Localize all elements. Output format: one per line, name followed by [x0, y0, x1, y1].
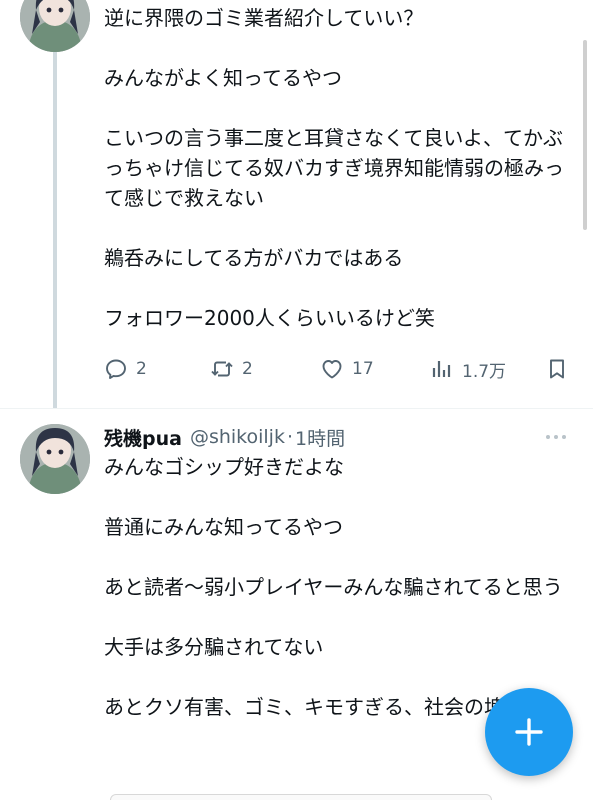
- avatar[interactable]: [20, 0, 90, 52]
- tweet-header: 残機pua @shikoiljk · 1時間: [104, 422, 569, 452]
- bookmark-button[interactable]: [545, 354, 569, 384]
- compose-button[interactable]: [485, 688, 573, 776]
- like-button[interactable]: 17: [320, 354, 374, 384]
- home-indicator: [110, 794, 492, 800]
- reply-count: 2: [136, 359, 147, 379]
- avatar-image: [20, 424, 90, 494]
- plus-icon: [515, 718, 543, 746]
- thread-line: [53, 52, 57, 408]
- tweet-paragraph: みんなゴシップ好きだよな: [104, 455, 344, 479]
- separator-dot: ·: [286, 426, 294, 448]
- screen: 逆に界隈のゴミ業者紹介していい？ みんながよく知ってるやつ こいつの言う事二度と…: [0, 0, 593, 800]
- tweet-paragraph: あと読者〜弱小プレイヤーみんな騙されてると思う: [104, 575, 563, 599]
- tweet-text: みんなゴシップ好きだよな 普通にみんな知ってるやつ あと読者〜弱小プレイヤーみん…: [104, 452, 569, 722]
- reply-icon: [106, 359, 126, 379]
- tweet-paragraph: 普通にみんな知ってるやつ: [104, 515, 343, 539]
- timestamp[interactable]: 1時間: [295, 424, 345, 451]
- tweet-paragraph: 鵜呑みにしてる方がバカではある: [104, 246, 404, 270]
- retweet-icon: [211, 361, 233, 377]
- retweet-button[interactable]: 2: [210, 354, 253, 384]
- display-name[interactable]: 残機pua: [104, 424, 182, 451]
- like-count: 17: [352, 359, 374, 379]
- tweet-paragraph: みんながよく知ってるやつ: [104, 66, 342, 90]
- view-count: 1.7万: [462, 361, 507, 382]
- views-icon: [432, 361, 451, 377]
- avatar[interactable]: [20, 424, 90, 494]
- tweet-paragraph: こいつの言う事二度と耳貸さなくて良いよ、てかぶっちゃけ信じてる奴バカすぎ境界知能…: [104, 126, 564, 210]
- action-bar: 2 2 17 1.7万: [104, 354, 569, 384]
- tweet-text: 逆に界隈のゴミ業者紹介していい？ みんながよく知ってるやつ こいつの言う事二度と…: [104, 3, 569, 333]
- reply-button[interactable]: 2: [104, 354, 147, 384]
- user-handle[interactable]: @shikoiljk: [190, 426, 285, 448]
- heart-icon: [322, 360, 342, 379]
- tweet-paragraph: 逆に界隈のゴミ業者紹介していい？: [104, 6, 424, 30]
- bookmark-icon: [550, 359, 564, 379]
- scrollbar[interactable]: [583, 40, 587, 230]
- tweet-1[interactable]: 逆に界隈のゴミ業者紹介していい？ みんながよく知ってるやつ こいつの言う事二度と…: [0, 0, 593, 408]
- tweet-paragraph: フォロワー2000人くらいいるけど笑: [104, 306, 435, 330]
- retweet-count: 2: [242, 359, 253, 379]
- views-button[interactable]: 1.7万: [430, 354, 506, 384]
- more-icon: [546, 435, 566, 439]
- tweet-paragraph: 大手は多分騙されてない: [104, 635, 324, 659]
- more-button[interactable]: [543, 428, 569, 451]
- avatar-image: [20, 0, 90, 52]
